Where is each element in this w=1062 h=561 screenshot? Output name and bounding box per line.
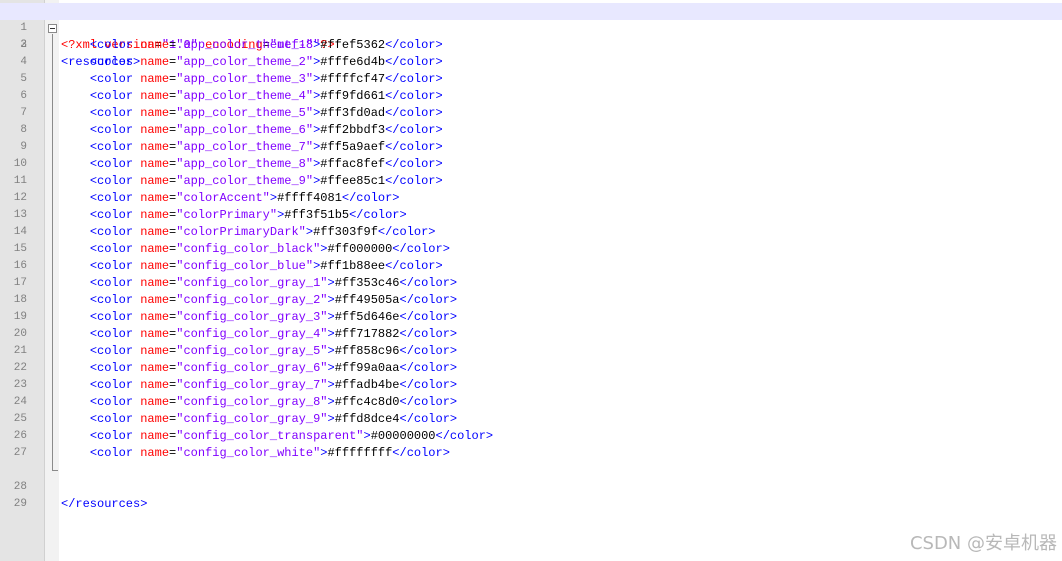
watermark: CSDN @安卓机器 (909, 533, 1057, 554)
color-entry: <color name="colorPrimaryDark">#ff303f9f… (89, 225, 436, 239)
color-entry: <color name="app_color_theme_6">#ff2bbdf… (89, 123, 443, 137)
code-line[interactable]: 12 <color name="colorAccent">#ffff4081</… (0, 190, 1062, 207)
line-number: 17 (13, 277, 27, 289)
color-entry: <color name="app_color_theme_7">#ff5a9ae… (89, 140, 443, 154)
line-number: 21 (13, 345, 27, 357)
code-line[interactable]: 22 <color name="config_color_gray_6">#ff… (0, 360, 1062, 377)
line-number: 16 (13, 260, 27, 272)
code-line[interactable]: 13 <color name="colorPrimary">#ff3f51b5<… (0, 207, 1062, 224)
color-entry: <color name="config_color_gray_3">#ff5d6… (89, 310, 458, 324)
code-line[interactable]: 18 <color name="config_color_gray_2">#ff… (0, 292, 1062, 309)
code-line[interactable]: 29 (0, 479, 1062, 510)
line-number: 6 (20, 90, 27, 102)
color-entry: <color name="config_color_blue">#ff1b88e… (89, 259, 443, 273)
color-entry: <color name="config_color_white">#ffffff… (89, 446, 450, 460)
code-line[interactable]: 24 <color name="config_color_gray_8">#ff… (0, 394, 1062, 411)
color-entry: <color name="app_color_theme_1">#ffef536… (89, 38, 443, 52)
line-number: 24 (13, 396, 27, 408)
color-entry: <color name="config_color_gray_2">#ff495… (89, 293, 458, 307)
color-entry: <color name="config_color_gray_8">#ffc4c… (89, 395, 458, 409)
color-entry: <color name="app_color_theme_2">#fffe6d4… (89, 55, 443, 69)
line-number: 25 (13, 413, 27, 425)
code-line[interactable]: 11 <color name="app_color_theme_9">#ffee… (0, 173, 1062, 190)
line-number: 9 (20, 141, 27, 153)
color-entry: <color name="config_color_gray_6">#ff99a… (89, 361, 458, 375)
line-number: 3 (20, 39, 27, 51)
line-number: 22 (13, 362, 27, 374)
color-entry: <color name="config_color_gray_1">#ff353… (89, 276, 458, 290)
code-line[interactable]: 7 <color name="app_color_theme_5">#ff3fd… (0, 105, 1062, 122)
code-line[interactable]: 6 <color name="app_color_theme_4">#ff9fd… (0, 88, 1062, 105)
line-number: 29 (13, 498, 27, 510)
color-entry: <color name="colorPrimary">#ff3f51b5</co… (89, 208, 407, 222)
code-line[interactable]: 28 </resources> (0, 462, 1062, 511)
code-line[interactable]: 3 <color name="app_color_theme_1">#ffef5… (0, 37, 1062, 54)
line-number: 18 (13, 294, 27, 306)
code-line[interactable]: 4 <color name="app_color_theme_2">#fffe6… (0, 54, 1062, 71)
color-entry: <color name="config_color_gray_4">#ff717… (89, 327, 458, 341)
line-number: 26 (13, 430, 27, 442)
line-number: 20 (13, 328, 27, 340)
line-number: 19 (13, 311, 27, 323)
code-line[interactable]: 10 <color name="app_color_theme_8">#ffac… (0, 156, 1062, 173)
line-number: 15 (13, 243, 27, 255)
line-number: 11 (13, 175, 27, 187)
code-line[interactable]: 27 <color name="config_color_white">#fff… (0, 445, 1062, 462)
line-number: 14 (13, 226, 27, 238)
color-entry: <color name="config_color_gray_9">#ffd8d… (89, 412, 458, 426)
color-entry: <color name="app_color_theme_4">#ff9fd66… (89, 89, 443, 103)
code-line[interactable]: 14 <color name="colorPrimaryDark">#ff303… (0, 224, 1062, 241)
line-number: 7 (20, 107, 27, 119)
color-entry: <color name="config_color_black">#ff0000… (89, 242, 450, 256)
code-editor[interactable]: 1 <?xml version="1.0" encoding="utf-8"?>… (0, 0, 1062, 561)
code-lines[interactable]: 1 <?xml version="1.0" encoding="utf-8"?>… (0, 3, 1062, 511)
code-line[interactable]: 23 <color name="config_color_gray_7">#ff… (0, 377, 1062, 394)
code-line[interactable]: 17 <color name="config_color_gray_1">#ff… (0, 275, 1062, 292)
code-line[interactable]: 16 <color name="config_color_blue">#ff1b… (0, 258, 1062, 275)
code-line[interactable]: 8 <color name="app_color_theme_6">#ff2bb… (0, 122, 1062, 139)
line-number: 8 (20, 124, 27, 136)
resources-close-tag: </resources> (61, 497, 148, 511)
code-line[interactable]: 1 <?xml version="1.0" encoding="utf-8"?> (0, 3, 1062, 52)
code-line[interactable]: 20 <color name="config_color_gray_4">#ff… (0, 326, 1062, 343)
line-number: 10 (13, 158, 27, 170)
code-line[interactable]: 21 <color name="config_color_gray_5">#ff… (0, 343, 1062, 360)
line-number: 13 (13, 209, 27, 221)
line-number: 23 (13, 379, 27, 391)
color-entry: <color name="colorAccent">#ffff4081</col… (89, 191, 400, 205)
color-entry: <color name="app_color_theme_9">#ffee85c… (89, 174, 443, 188)
color-entry: <color name="config_color_gray_7">#ffadb… (89, 378, 458, 392)
code-line[interactable]: 9 <color name="app_color_theme_7">#ff5a9… (0, 139, 1062, 156)
color-entry: <color name="config_color_transparent">#… (89, 429, 494, 443)
code-line[interactable]: 5 <color name="app_color_theme_3">#ffffc… (0, 71, 1062, 88)
code-line[interactable]: 19 <color name="config_color_gray_3">#ff… (0, 309, 1062, 326)
color-entry: <color name="app_color_theme_3">#ffffcf4… (89, 72, 443, 86)
color-entries: 3 <color name="app_color_theme_1">#ffef5… (0, 37, 1062, 462)
code-line[interactable]: 26 <color name="config_color_transparent… (0, 428, 1062, 445)
code-line[interactable]: 25 <color name="config_color_gray_9">#ff… (0, 411, 1062, 428)
line-number: 12 (13, 192, 27, 204)
line-number: 27 (13, 447, 27, 459)
color-entry: <color name="config_color_gray_5">#ff858… (89, 344, 458, 358)
line-number: 5 (20, 73, 27, 85)
line-number: 4 (20, 56, 27, 68)
code-line[interactable]: 15 <color name="config_color_black">#ff0… (0, 241, 1062, 258)
color-entry: <color name="app_color_theme_5">#ff3fd0a… (89, 106, 443, 120)
color-entry: <color name="app_color_theme_8">#ffac8fe… (89, 157, 443, 171)
code-line[interactable]: 2 <resources> (0, 20, 1062, 69)
